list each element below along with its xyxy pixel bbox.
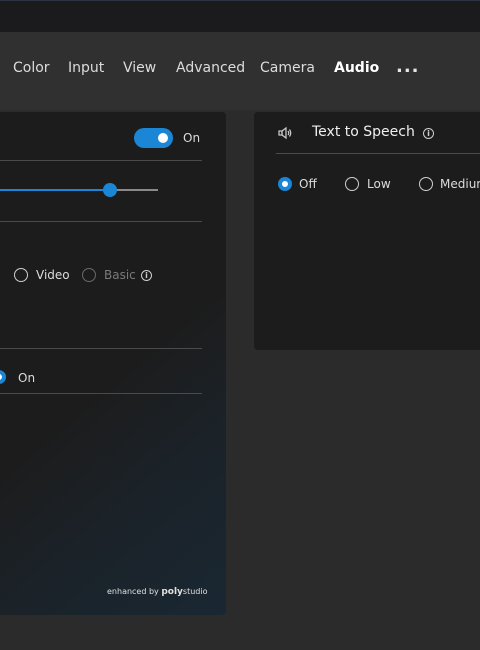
divider [0,160,202,161]
radio-basic-label: Basic [104,268,136,282]
info-icon[interactable]: i [141,270,152,281]
audio-settings-panel: On Video Basic i On [0,112,226,615]
title-bar [0,0,480,33]
brand-name: poly [161,587,183,597]
brand-logo: enhanced by polystudio [107,587,208,597]
slider-fill [0,189,110,191]
tab-view[interactable]: View [123,60,156,76]
radio-tts-off[interactable] [278,177,292,191]
slider-thumb[interactable] [103,183,117,197]
tab-color[interactable]: Color [13,60,50,76]
divider [0,348,202,349]
audio-toggle-state: On [183,131,201,145]
radio-tts-off-label: Off [299,177,317,191]
info-icon[interactable]: i [423,128,434,139]
radio-on[interactable] [0,370,6,384]
tab-input[interactable]: Input [68,60,104,76]
text-to-speech-panel: Text to Speech i Off Low Medium [254,112,480,350]
audio-toggle[interactable] [134,128,173,148]
brand-prefix: enhanced by [107,587,159,596]
brand-suffix: studio [182,587,208,596]
radio-tts-low-label: Low [367,177,391,191]
radio-basic [82,268,96,282]
radio-tts-medium-label: Medium [440,177,480,191]
radio-tts-low[interactable] [345,177,359,191]
tab-bar: Color Input View Advanced Camera Audio .… [0,32,480,116]
divider [0,221,202,222]
speaker-icon [278,126,292,140]
radio-on-label: On [18,371,36,385]
radio-video-label: Video [36,268,70,282]
more-menu-button[interactable]: ... [396,56,420,77]
divider [0,393,202,394]
radio-tts-medium[interactable] [419,177,433,191]
tts-title: Text to Speech [312,124,415,140]
tab-advanced[interactable]: Advanced [176,60,245,76]
tab-camera[interactable]: Camera [260,60,315,76]
divider [276,153,480,154]
radio-video[interactable] [14,268,28,282]
tab-audio[interactable]: Audio [334,60,379,76]
